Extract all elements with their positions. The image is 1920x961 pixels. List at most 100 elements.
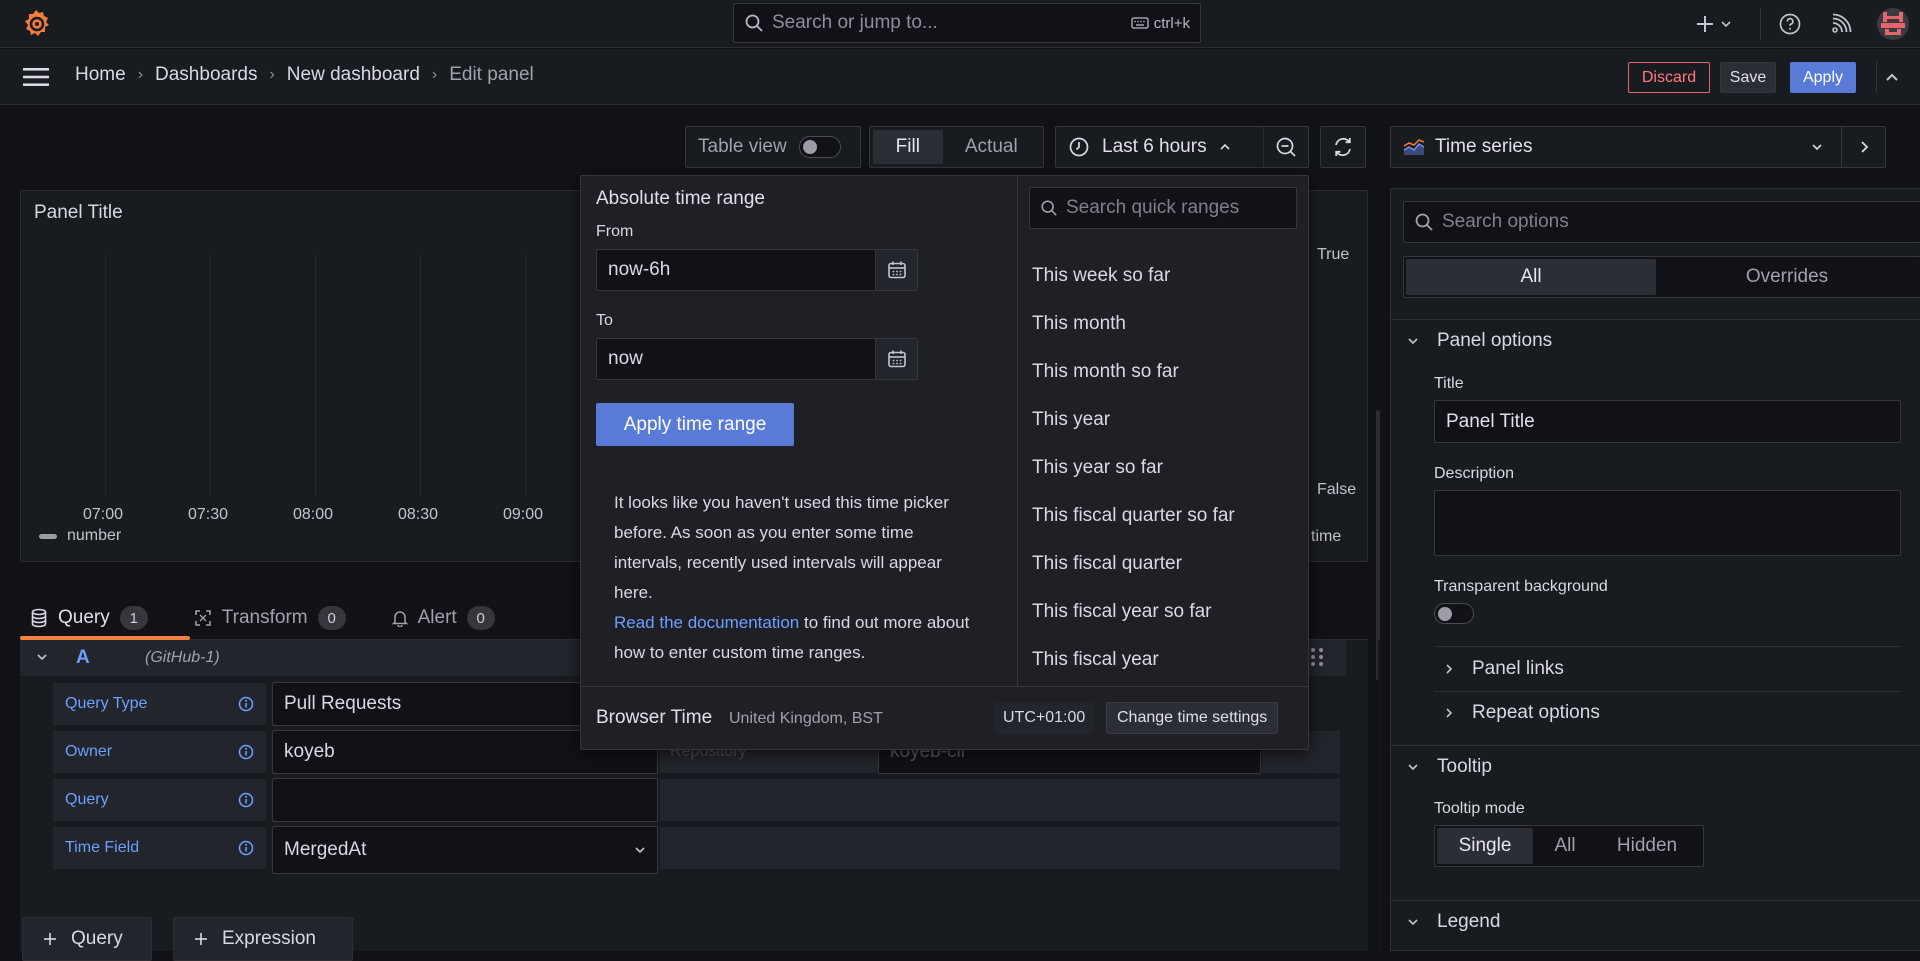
- new-menu-button[interactable]: [1694, 8, 1732, 40]
- table-view-toggle[interactable]: Table view: [685, 126, 861, 168]
- breadcrumb-new-dashboard[interactable]: New dashboard: [287, 64, 420, 86]
- transparent-background-switch[interactable]: [1434, 603, 1474, 624]
- breadcrumb-edit-panel: Edit panel: [449, 64, 534, 85]
- tab-transform[interactable]: Transform 0: [184, 598, 356, 638]
- quick-range-item[interactable]: This fiscal year: [1018, 636, 1308, 684]
- collapse-header-button[interactable]: [1876, 61, 1906, 93]
- description-textarea[interactable]: [1434, 490, 1901, 556]
- collapse-options-button[interactable]: [1841, 127, 1885, 167]
- zoom-out-button[interactable]: [1264, 136, 1308, 158]
- panel-links-header[interactable]: Panel links: [1444, 658, 1564, 680]
- legend-item-time[interactable]: time: [1311, 528, 1341, 546]
- query-ref-id[interactable]: A: [76, 647, 90, 669]
- tab-count: 1: [119, 606, 148, 630]
- fill-actual-toggle: Fill Actual: [869, 126, 1044, 168]
- calendar-icon: [887, 349, 907, 369]
- time-picker-info: It looks like you haven't used this time…: [614, 488, 974, 668]
- time-field-select[interactable]: MergedAt: [272, 826, 658, 874]
- chevron-down-icon: [634, 845, 646, 855]
- query-input[interactable]: [272, 778, 658, 822]
- x-tick-label: 07:30: [188, 506, 229, 523]
- breadcrumb-dashboards[interactable]: Dashboards: [155, 64, 257, 86]
- user-avatar[interactable]: [1877, 8, 1909, 40]
- field-label: Time Field: [65, 839, 140, 856]
- quick-range-item[interactable]: This month: [1018, 300, 1308, 348]
- query-label: Query: [53, 779, 266, 821]
- tab-all[interactable]: All: [1406, 259, 1656, 295]
- tooltip-header[interactable]: Tooltip: [1407, 756, 1492, 778]
- change-time-settings-button[interactable]: Change time settings: [1106, 702, 1279, 734]
- chevron-down-icon[interactable]: [36, 652, 48, 662]
- search-options-input[interactable]: Search options: [1403, 201, 1920, 243]
- documentation-link[interactable]: Read the documentation: [614, 613, 799, 632]
- from-input[interactable]: now-6h: [597, 259, 875, 281]
- chevron-down-icon: [1407, 762, 1419, 772]
- plus-icon: [1694, 13, 1716, 35]
- from-field: now-6h: [596, 249, 918, 291]
- tab-overrides[interactable]: Overrides: [1656, 259, 1918, 295]
- select-value: MergedAt: [284, 839, 367, 860]
- apply-button[interactable]: Apply: [1790, 62, 1856, 93]
- utc-offset: UTC+01:00: [995, 702, 1094, 734]
- time-range-button[interactable]: Last 6 hours: [1056, 127, 1264, 167]
- search-quick-ranges-placeholder: Search quick ranges: [1066, 197, 1240, 218]
- absolute-time-range-title: Absolute time range: [596, 188, 765, 209]
- refresh-button[interactable]: [1320, 126, 1366, 168]
- help-button[interactable]: [1778, 8, 1802, 40]
- keyboard-icon: [1131, 17, 1149, 29]
- button-label: Expression: [222, 928, 316, 949]
- quick-range-item[interactable]: This month so far: [1018, 348, 1308, 396]
- quick-range-item[interactable]: This week so far: [1018, 252, 1308, 300]
- search-bar[interactable]: Search or jump to... ctrl+k: [733, 3, 1201, 43]
- tooltip-mode-single[interactable]: Single: [1437, 828, 1533, 864]
- row-filler: [660, 827, 1340, 869]
- drag-handle-icon[interactable]: [1310, 646, 1324, 668]
- quick-range-item[interactable]: This fiscal quarter so far: [1018, 492, 1308, 540]
- info-icon[interactable]: [238, 840, 254, 856]
- quick-range-item[interactable]: This fiscal year so far: [1018, 588, 1308, 636]
- legend-item-number[interactable]: number: [39, 527, 121, 545]
- tooltip-mode-hidden[interactable]: Hidden: [1597, 828, 1697, 864]
- to-input[interactable]: now: [597, 348, 875, 370]
- actual-option[interactable]: Actual: [943, 130, 1040, 164]
- x-gridline: [525, 255, 526, 496]
- plus-icon: [194, 932, 208, 946]
- title-input[interactable]: Panel Title: [1434, 400, 1901, 443]
- save-button[interactable]: Save: [1720, 62, 1776, 93]
- fill-option[interactable]: Fill: [873, 130, 943, 164]
- chevron-up-icon: [1219, 142, 1231, 152]
- tab-query[interactable]: Query 1: [20, 598, 190, 640]
- grafana-logo[interactable]: [20, 8, 52, 40]
- news-button[interactable]: [1830, 8, 1852, 40]
- info-icon[interactable]: [238, 792, 254, 808]
- legend-header[interactable]: Legend: [1407, 911, 1500, 933]
- tooltip-mode-all[interactable]: All: [1533, 828, 1597, 864]
- visualization-picker[interactable]: Time series: [1390, 126, 1886, 168]
- info-icon[interactable]: [238, 744, 254, 760]
- discard-button[interactable]: Discard: [1628, 62, 1710, 93]
- add-expression-button[interactable]: Expression: [173, 917, 353, 961]
- from-calendar-button[interactable]: [875, 250, 917, 290]
- from-label: From: [596, 223, 634, 240]
- breadcrumb-home[interactable]: Home: [75, 64, 126, 86]
- tab-alert[interactable]: Alert 0: [382, 598, 505, 638]
- repeat-options-header[interactable]: Repeat options: [1444, 702, 1600, 724]
- menu-toggle-button[interactable]: [22, 66, 50, 88]
- help-icon: [1778, 12, 1802, 36]
- quick-range-item[interactable]: This year so far: [1018, 444, 1308, 492]
- panel-options-header[interactable]: Panel options: [1407, 330, 1552, 352]
- quick-range-item[interactable]: This fiscal quarter: [1018, 540, 1308, 588]
- add-query-button[interactable]: Query: [22, 917, 152, 961]
- search-icon: [1414, 212, 1434, 232]
- section-title: Panel options: [1437, 330, 1553, 351]
- section-title: Panel links: [1472, 658, 1564, 679]
- apply-time-range-button[interactable]: Apply time range: [596, 403, 794, 446]
- table-view-switch[interactable]: [798, 136, 841, 158]
- divider: [1391, 319, 1920, 320]
- search-quick-ranges-input[interactable]: Search quick ranges: [1029, 187, 1297, 229]
- divider: [1760, 8, 1761, 40]
- quick-range-item[interactable]: This year: [1018, 396, 1308, 444]
- to-calendar-button[interactable]: [875, 339, 917, 379]
- chevron-down-icon: [1407, 917, 1419, 927]
- info-icon[interactable]: [238, 696, 254, 712]
